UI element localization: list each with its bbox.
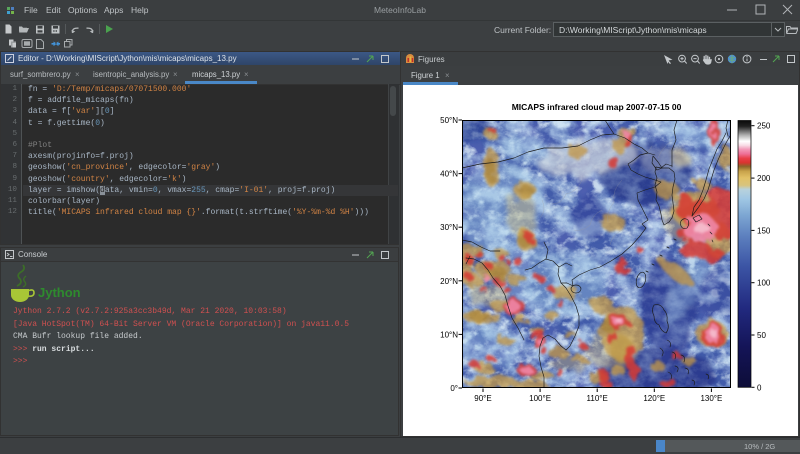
- svg-text:0°: 0°: [450, 384, 458, 393]
- svg-text:40°N: 40°N: [440, 170, 458, 179]
- svg-text:150: 150: [757, 226, 771, 235]
- svg-text:10°N: 10°N: [440, 330, 458, 339]
- svg-text:Jython: Jython: [38, 285, 81, 300]
- svg-text:130°E: 130°E: [700, 394, 722, 403]
- svg-text:110°E: 110°E: [587, 394, 608, 403]
- svg-text:90°E: 90°E: [474, 394, 491, 403]
- svg-text:50°N: 50°N: [440, 116, 458, 125]
- svg-text:250: 250: [757, 122, 771, 131]
- svg-text:20°N: 20°N: [440, 277, 458, 286]
- svg-text:100°E: 100°E: [529, 394, 551, 403]
- svg-text:0: 0: [757, 383, 762, 392]
- svg-text:200: 200: [757, 174, 771, 183]
- svg-text:100: 100: [757, 279, 771, 288]
- svg-text:30°N: 30°N: [440, 223, 458, 232]
- svg-text:120°E: 120°E: [643, 394, 665, 403]
- svg-text:50: 50: [757, 331, 766, 340]
